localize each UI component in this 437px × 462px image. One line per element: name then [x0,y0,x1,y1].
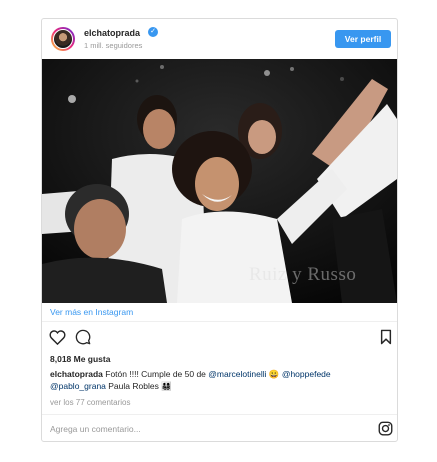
heart-icon[interactable] [49,329,66,345]
comment-bubble-icon[interactable] [75,329,91,345]
post-caption: elchatoprada Fotón !!!! Cumple de 50 de … [50,368,380,392]
add-comment-input[interactable] [50,421,350,437]
avatar-image [53,29,73,49]
caption-text: Fotón !!!! Cumple de 50 de [102,369,209,379]
view-profile-button[interactable]: Ver perfil [335,30,391,48]
photo-watermark: Ruiz y Russo [249,264,357,285]
caption-text: 😀 [266,369,282,379]
instagram-icon[interactable] [378,421,393,436]
mention-link[interactable]: @hoppefede [282,369,331,379]
post-photo[interactable]: Ruiz y Russo [42,59,397,303]
caption-username[interactable]: elchatoprada [50,369,103,379]
like-count[interactable]: 8,018 Me gusta [50,354,110,364]
username-link[interactable]: elchatoprada [84,28,140,38]
post-header: elchatoprada ✓ 1 mill. seguidores Ver pe… [42,19,397,59]
follower-count: 1 mill. seguidores [84,41,143,50]
bookmark-icon[interactable] [380,329,392,345]
divider [42,414,397,415]
caption-text: Paula Robles 👨‍👩‍👧‍👦 [105,381,172,391]
mention-link[interactable]: @marcelotinelli [208,369,266,379]
see-more-instagram-link[interactable]: Ver más en Instagram [50,307,133,317]
divider [42,321,397,322]
profile-avatar[interactable] [51,27,75,51]
instagram-embed-card: elchatoprada ✓ 1 mill. seguidores Ver pe… [41,18,398,442]
mention-link[interactable]: @pablo_grana [50,381,106,391]
view-comments-link[interactable]: ver los 77 comentarios [50,398,130,407]
verified-badge-icon: ✓ [148,27,158,37]
